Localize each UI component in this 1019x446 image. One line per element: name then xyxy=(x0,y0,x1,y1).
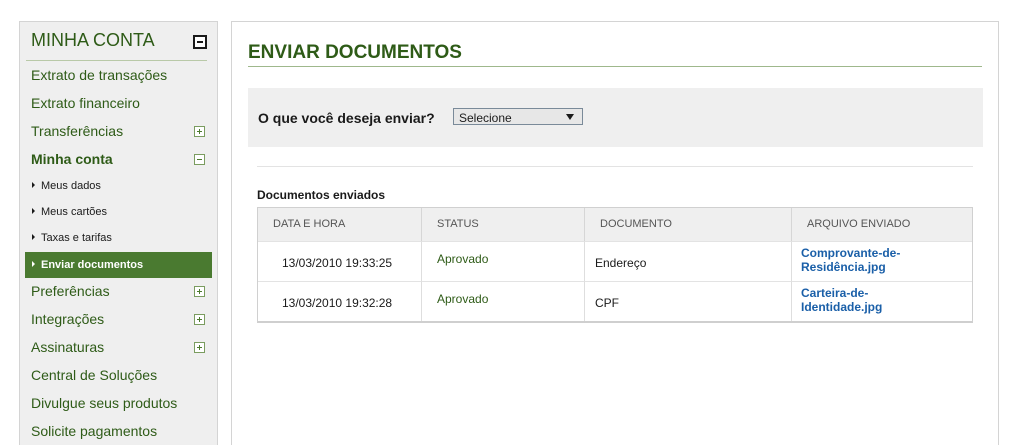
column-header-document: DOCUMENTO xyxy=(585,208,792,241)
table-cell: Aprovado xyxy=(422,281,585,321)
sidebar-item-central-solucoes[interactable]: Central de Soluções xyxy=(20,362,217,390)
file-link[interactable]: Carteira-de- Identidade.jpg xyxy=(801,286,882,314)
documents-table: DATA E HORA STATUS DOCUMENTO ARQUIVO ENV… xyxy=(257,207,973,323)
arrow-right-icon xyxy=(32,234,35,240)
file-link[interactable]: Comprovante-de- Residência.jpg xyxy=(801,246,900,274)
sidebar-title: MINHA CONTA xyxy=(31,30,155,50)
sidebar-item-label: Extrato financeiro xyxy=(31,95,140,111)
documents-section-title: Documentos enviados xyxy=(257,188,386,202)
table-header-row: DATA E HORA STATUS DOCUMENTO ARQUIVO ENV… xyxy=(258,208,972,241)
sidebar-divider xyxy=(26,60,207,61)
sidebar-subitem-meus-dados[interactable]: Meus dados xyxy=(25,174,212,198)
expand-icon[interactable] xyxy=(194,126,205,137)
arrow-right-icon xyxy=(32,261,35,267)
column-header-file: ARQUIVO ENVIADO xyxy=(807,218,911,230)
select-value: Selecione xyxy=(459,111,512,125)
document-cell: CPF xyxy=(595,296,619,310)
table-cell: CPF xyxy=(585,281,792,321)
sidebar-item-label: Solicite pagamentos xyxy=(31,423,158,439)
main-panel: ENVIAR DOCUMENTOS O que você deseja envi… xyxy=(231,21,999,445)
sidebar-subitem-enviar-documentos[interactable]: Enviar documentos xyxy=(25,252,212,278)
sidebar-item-label: Divulgue seus produtos xyxy=(31,395,178,411)
sidebar-item-extrato-transacoes[interactable]: Extrato de transações xyxy=(20,62,217,90)
sidebar-subitem-label: Enviar documentos xyxy=(41,259,144,271)
document-type-form: O que você deseja enviar? Selecione xyxy=(248,88,983,147)
expand-icon[interactable] xyxy=(194,286,205,297)
page-title: ENVIAR DOCUMENTOS xyxy=(248,42,462,63)
status-cell: Aprovado xyxy=(437,292,489,306)
sidebar-menu: MINHA CONTA Extrato de transações Extrat… xyxy=(19,21,218,445)
collapse-icon[interactable] xyxy=(193,35,207,49)
date-cell: 13/03/2010 19:32:28 xyxy=(282,296,393,310)
expand-icon[interactable] xyxy=(194,314,205,325)
date-cell: 13/03/2010 19:33:25 xyxy=(282,256,393,270)
status-cell: Aprovado xyxy=(437,252,489,266)
sidebar-item-label: Minha conta xyxy=(31,151,113,167)
sidebar-header: MINHA CONTA xyxy=(20,22,217,62)
column-header-status: STATUS xyxy=(422,208,585,241)
sidebar-item-minha-conta[interactable]: Minha conta xyxy=(20,146,217,174)
sidebar-item-solicite-pagamentos[interactable]: Solicite pagamentos xyxy=(20,418,217,446)
column-header-date: DATA E HORA xyxy=(258,208,422,241)
sidebar-item-label: Assinaturas xyxy=(31,339,105,355)
section-divider xyxy=(257,166,973,167)
collapse-icon[interactable] xyxy=(194,154,205,165)
table-cell: 13/03/2010 19:32:28 xyxy=(258,281,422,321)
document-type-label: O que você deseja enviar? xyxy=(258,110,435,126)
table-cell: Endereço xyxy=(585,241,792,281)
arrow-right-icon xyxy=(32,182,35,188)
table-cell: Carteira-de- Identidade.jpg xyxy=(792,281,972,321)
table-cell: 13/03/2010 19:33:25 xyxy=(258,241,422,281)
sidebar-item-assinaturas[interactable]: Assinaturas xyxy=(20,334,217,362)
table-cell: Aprovado xyxy=(422,241,585,281)
table-row: 13/03/2010 19:32:28 Aprovado CPF Carteir… xyxy=(258,281,972,321)
arrow-right-icon xyxy=(32,208,35,214)
sidebar-item-divulgue-produtos[interactable]: Divulgue seus produtos xyxy=(20,390,217,418)
sidebar-item-label: Preferências xyxy=(31,283,110,299)
sidebar-item-label: Integrações xyxy=(31,311,105,327)
chevron-down-icon xyxy=(566,114,574,120)
sidebar-item-label: Extrato de transações xyxy=(31,67,168,83)
document-cell: Endereço xyxy=(595,256,647,270)
table-row: 13/03/2010 19:33:25 Aprovado Endereço Co… xyxy=(258,241,972,281)
sidebar-subitem-label: Meus dados xyxy=(41,180,101,192)
title-divider xyxy=(248,66,982,67)
sidebar-subitem-label: Meus cartões xyxy=(41,206,108,218)
sidebar-subitem-meus-cartoes[interactable]: Meus cartões xyxy=(25,200,212,224)
sidebar-item-transferencias[interactable]: Transferências xyxy=(20,118,217,146)
sidebar-subitem-taxas-tarifas[interactable]: Taxas e tarifas xyxy=(25,226,212,250)
sidebar-item-extrato-financeiro[interactable]: Extrato financeiro xyxy=(20,90,217,118)
sidebar-item-label: Central de Soluções xyxy=(31,367,158,383)
sidebar-item-label: Transferências xyxy=(31,123,124,139)
sidebar-subitem-label: Taxas e tarifas xyxy=(41,232,112,244)
sidebar-item-preferencias[interactable]: Preferências xyxy=(20,278,217,306)
expand-icon[interactable] xyxy=(194,342,205,353)
sidebar-item-integracoes[interactable]: Integrações xyxy=(20,306,217,334)
table-cell: Comprovante-de- Residência.jpg xyxy=(792,241,972,281)
document-type-select[interactable]: Selecione xyxy=(453,108,583,125)
